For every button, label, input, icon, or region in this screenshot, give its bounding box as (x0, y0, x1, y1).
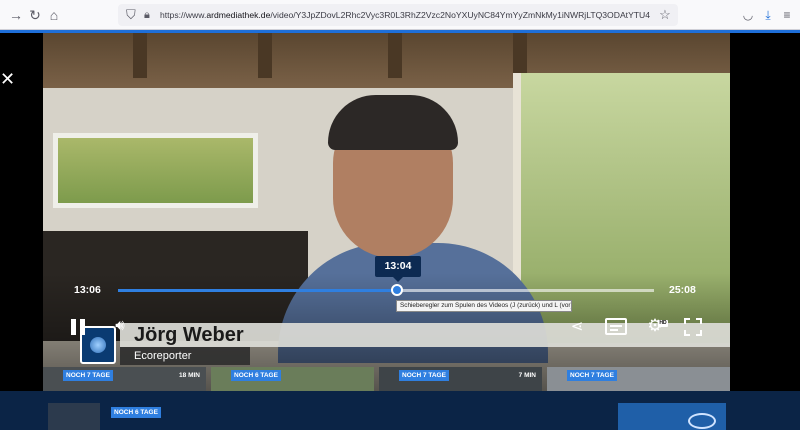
pause-icon-bar (71, 319, 76, 335)
bookmark-star-icon[interactable]: ☆ (658, 7, 672, 23)
speaker-role: Ecoreporter (134, 350, 192, 362)
speaker-name: Jörg Weber (134, 324, 244, 346)
availability-badge: NOCH 7 TAGE (399, 370, 449, 381)
availability-badge: NOCH 7 TAGE (567, 370, 617, 381)
availability-badge: NOCH 6 TAGE (231, 370, 281, 381)
share-icon[interactable]: ⋖ (567, 317, 587, 337)
video-scene-beam (133, 33, 147, 78)
subtitles-icon[interactable] (605, 318, 627, 335)
teaser-thumbnail[interactable] (48, 403, 100, 430)
related-videos-strip: NOCH 7 TAGE 18 MIN NOCH 6 TAGE NOCH 7 TA… (43, 367, 730, 391)
subtitles-line (610, 329, 618, 331)
progress-handle[interactable] (390, 284, 403, 296)
fullscreen-corner (696, 318, 702, 324)
menu-icon[interactable]: ≡ (779, 7, 795, 23)
teaser-availability-badge: NOCH 6 TAGE (111, 407, 161, 418)
availability-badge: NOCH 7 TAGE (63, 370, 113, 381)
video-scene-beam (513, 33, 527, 78)
close-player-icon[interactable]: ✕ (0, 70, 15, 88)
progress-fill (118, 289, 397, 292)
teaser-bar: NOCH 6 TAGE (0, 391, 800, 430)
url-prefix: https://www. (160, 10, 207, 20)
hd-badge-icon: HD (658, 320, 668, 327)
url-domain: ardmediathek.de (206, 10, 271, 20)
current-time: 13:06 (74, 284, 101, 296)
fullscreen-corner (684, 318, 690, 324)
fullscreen-icon[interactable] (684, 318, 702, 336)
related-video-card[interactable]: NOCH 6 TAGE (211, 367, 374, 391)
duration-label: 18 MIN (179, 372, 200, 379)
scrub-preview-time: 13:04 (375, 256, 421, 277)
total-time: 25:08 (669, 284, 696, 296)
address-bar[interactable]: ⛉ 🔒︎ https://www.ardmediathek.de/video/Y… (118, 4, 678, 26)
scrubber-tooltip: Schieberegler zum Spulen des Videos (J (… (396, 300, 572, 312)
browser-toolbar: → ↻ ⌂ ⛉ 🔒︎ https://www.ardmediathek.de/v… (0, 0, 800, 30)
lock-icon[interactable]: 🔒︎ (144, 7, 156, 23)
duration-label: 7 MIN (518, 372, 536, 379)
fullscreen-corner (696, 330, 702, 336)
related-video-card[interactable]: NOCH 7 TAGE 18 MIN (43, 367, 206, 391)
tracking-shield-icon[interactable]: ⛉ (126, 7, 140, 23)
reload-icon[interactable]: ↻ (27, 7, 43, 23)
video-scene-window (53, 133, 258, 208)
pocket-icon[interactable]: ◡ (740, 7, 756, 23)
forward-icon[interactable]: → (8, 7, 24, 23)
related-video-card[interactable]: NOCH 7 TAGE (547, 367, 730, 391)
video-scene-beam (258, 33, 272, 78)
teaser-image[interactable] (618, 403, 726, 430)
subtitles-line (610, 325, 622, 327)
pause-button[interactable] (69, 318, 87, 336)
related-video-card[interactable]: NOCH 7 TAGE 7 MIN (379, 367, 542, 391)
pause-icon-bar (80, 319, 85, 335)
url-path: /video/Y3JpZDovL2Rhc2Vyc3R0L3RhZ2Vzc2NoY… (270, 10, 650, 20)
page-content: ✕ 13:04 13:06 25:08 Schieberegler zum Sp… (0, 33, 800, 430)
progress-slider[interactable] (118, 289, 654, 292)
video-scene-person-hair (328, 95, 458, 150)
downloads-icon[interactable]: ⤓ (760, 7, 776, 23)
fullscreen-corner (684, 330, 690, 336)
home-icon[interactable]: ⌂ (46, 7, 62, 23)
video-scene-beam (388, 33, 402, 78)
volume-icon[interactable]: 🔊︎ (110, 317, 130, 335)
scrub-preview-arrow (393, 277, 403, 282)
url-text[interactable]: https://www.ardmediathek.de/video/Y3JpZD… (160, 8, 650, 22)
